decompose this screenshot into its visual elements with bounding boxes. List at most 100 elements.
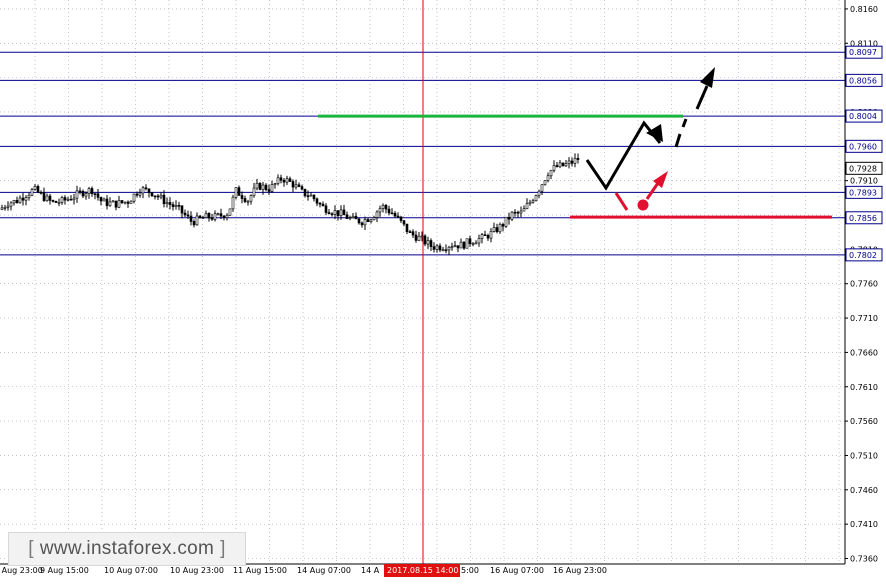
candle-body — [9, 202, 13, 207]
candle-body — [225, 215, 229, 219]
candle-body — [78, 190, 82, 193]
candle-body — [111, 200, 115, 203]
candle-body — [297, 184, 301, 187]
candle-body — [507, 216, 511, 220]
y-tick-label: 0.7510 — [850, 451, 878, 460]
candle-body — [0, 207, 4, 210]
candle-body — [387, 208, 391, 214]
candle-body — [156, 195, 160, 198]
x-tick-label: 5:00 — [461, 566, 479, 575]
candle-body — [300, 186, 304, 190]
candle-body — [129, 200, 133, 204]
candle-body — [255, 182, 259, 189]
candle-body — [363, 219, 367, 226]
candle-body — [357, 218, 361, 224]
candle-body — [279, 177, 283, 181]
candle-body — [189, 215, 193, 222]
level-price-label: 0.8004 — [849, 112, 877, 121]
candle-body — [336, 210, 340, 217]
watermark-logo: [ www.instaforex.com ] — [8, 532, 246, 566]
candle-body — [180, 205, 184, 214]
candle-body — [540, 184, 544, 192]
candle-body — [525, 203, 529, 209]
candle-body — [411, 231, 415, 236]
candle-body — [549, 169, 553, 177]
candle-body — [84, 193, 88, 197]
candle-body — [462, 241, 466, 249]
candle-body — [546, 175, 550, 181]
candle-body — [291, 181, 295, 188]
candle-body — [558, 162, 562, 168]
candle-body — [492, 227, 496, 232]
candle-body — [375, 211, 379, 218]
candle-body — [495, 227, 499, 233]
candle-body — [468, 238, 472, 244]
candle-body — [123, 201, 127, 204]
y-tick-label: 0.8160 — [850, 5, 878, 14]
candle-body — [573, 158, 577, 164]
candle-body — [69, 198, 73, 201]
candle-body — [105, 198, 109, 206]
candle-body — [270, 184, 274, 192]
candle-body — [552, 165, 556, 171]
candle-body — [459, 241, 463, 249]
candle-body — [234, 187, 238, 198]
x-tick-label: 14 A — [361, 566, 380, 575]
candle-body — [498, 224, 502, 233]
candle-body — [210, 217, 214, 220]
y-tick-label: 0.7710 — [850, 314, 878, 323]
candle-body — [444, 249, 448, 252]
candle-body — [87, 188, 91, 194]
candle-body — [216, 213, 220, 215]
candle-body — [3, 207, 7, 209]
candle-body — [399, 216, 403, 221]
candles — [0, 153, 580, 256]
candle-body — [18, 197, 22, 204]
candle-body — [198, 215, 202, 218]
candle-body — [240, 195, 244, 199]
candle-body — [354, 215, 358, 220]
alt-path-dot — [637, 199, 649, 211]
candle-body — [351, 215, 355, 218]
y-tick-label: 0.7360 — [850, 555, 878, 564]
candle-body — [228, 208, 232, 216]
candle-body — [339, 209, 343, 217]
candle-body — [477, 238, 481, 244]
candle-body — [327, 212, 331, 215]
candle-body — [405, 223, 409, 232]
candle-body — [72, 197, 76, 201]
candle-body — [369, 219, 373, 223]
candle-body — [96, 193, 100, 198]
candle-body — [414, 234, 418, 241]
y-tick-label: 0.7910 — [850, 177, 878, 186]
candle-body — [360, 222, 364, 226]
candle-body — [570, 160, 574, 164]
candle-body — [81, 190, 85, 197]
price-chart: 0.81600.81100.80600.80100.79600.79100.78… — [0, 0, 883, 577]
candle-body — [150, 192, 154, 197]
candle-body — [126, 201, 130, 204]
candle-body — [267, 189, 271, 192]
level-price-label: 0.7960 — [849, 142, 877, 151]
level-price-label: 0.7802 — [849, 251, 877, 260]
candle-body — [372, 217, 376, 221]
y-tick-label: 0.7460 — [850, 486, 878, 495]
candle-body — [564, 163, 568, 167]
candle-body — [393, 212, 397, 217]
candle-body — [108, 201, 112, 206]
x-tick-label: 10 Aug 23:00 — [170, 566, 224, 575]
candle-body — [99, 197, 103, 202]
candle-body — [378, 208, 382, 213]
candle-body — [252, 187, 256, 196]
candle-body — [447, 246, 451, 251]
candle-body — [171, 204, 175, 207]
x-tick-label: 14 Aug 07:00 — [297, 566, 351, 575]
candle-body — [15, 200, 19, 204]
candle-body — [345, 214, 349, 219]
candle-body — [318, 202, 322, 205]
candle-body — [561, 162, 565, 167]
current-price-label: 0.7928 — [849, 164, 877, 173]
alt-path-line — [614, 192, 629, 211]
candle-body — [135, 193, 139, 196]
candle-body — [162, 194, 166, 205]
